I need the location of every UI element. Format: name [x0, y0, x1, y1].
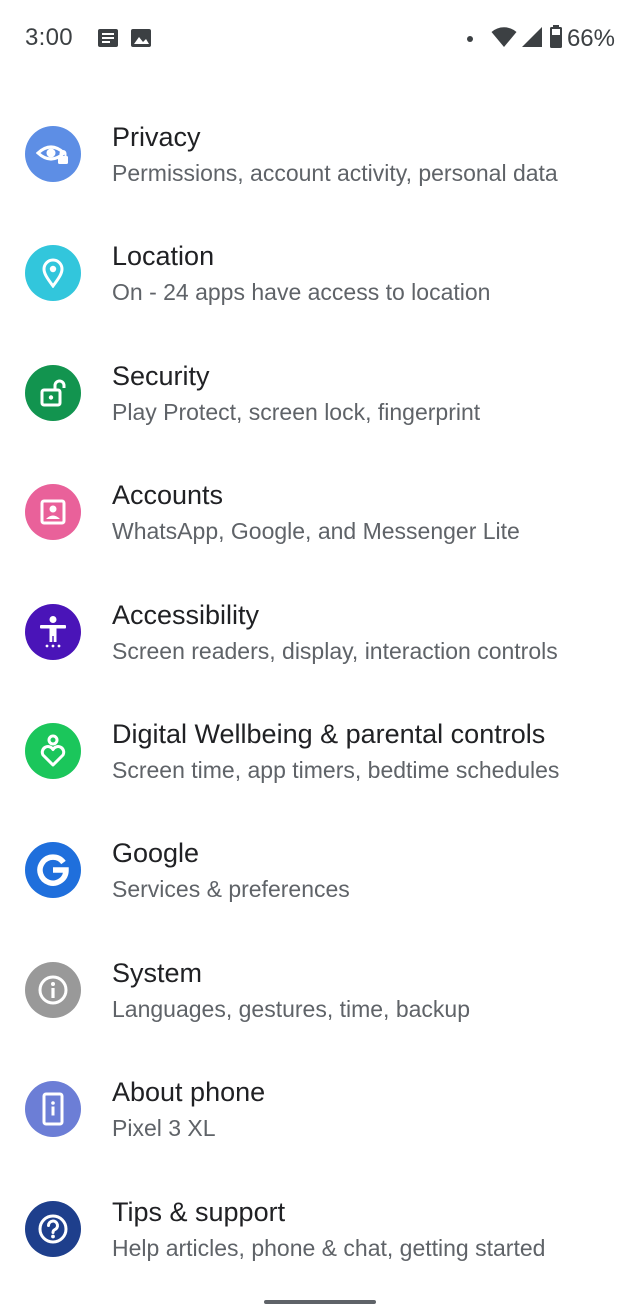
battery-percentage: 66% — [566, 25, 615, 52]
wifi-icon — [491, 26, 517, 53]
status-bar: 3:00 66% — [0, 0, 639, 78]
account-box-icon — [25, 484, 81, 541]
settings-item-subtitle: WhatsApp, Google, and Messenger Lite — [112, 518, 520, 545]
settings-item-privacy[interactable]: Privacy Permissions, account activity, p… — [0, 96, 639, 215]
settings-item-google[interactable]: Google Services & preferences — [0, 812, 639, 931]
settings-item-subtitle: Screen readers, display, interaction con… — [112, 637, 558, 664]
location-pin-icon — [25, 245, 81, 302]
settings-item-system[interactable]: System Languages, gestures, time, backup — [0, 932, 639, 1051]
status-time: 3:00 — [25, 24, 73, 51]
settings-item-location[interactable]: Location On - 24 apps have access to loc… — [0, 215, 639, 334]
image-notification-icon — [130, 27, 152, 49]
cellular-signal-icon — [521, 26, 543, 53]
settings-item-title: Security — [112, 360, 210, 391]
google-g-icon — [25, 842, 81, 899]
settings-item-subtitle: On - 24 apps have access to location — [112, 279, 491, 306]
help-question-icon — [25, 1200, 81, 1257]
settings-item-security[interactable]: Security Play Protect, screen lock, fing… — [0, 335, 639, 454]
settings-item-title: Accessibility — [112, 599, 260, 630]
settings-item-title: Tips & support — [112, 1196, 286, 1227]
message-notification-icon — [97, 27, 119, 49]
wellbeing-heart-icon — [25, 722, 81, 779]
settings-item-about-phone[interactable]: About phone Pixel 3 XL — [0, 1051, 639, 1170]
settings-item-subtitle: Pixel 3 XL — [112, 1115, 216, 1142]
info-icon — [25, 961, 81, 1018]
settings-item-subtitle: Play Protect, screen lock, fingerprint — [112, 398, 481, 425]
settings-item-title: Google — [112, 838, 200, 869]
settings-item-subtitle: Screen time, app timers, bedtime schedul… — [112, 756, 560, 783]
settings-item-title: System — [112, 957, 203, 988]
unlock-icon — [25, 364, 81, 421]
settings-item-accounts[interactable]: Accounts WhatsApp, Google, and Messenger… — [0, 454, 639, 573]
settings-item-title: Accounts — [112, 480, 224, 511]
notification-dot-icon — [466, 36, 473, 42]
settings-item-title: Digital Wellbeing & parental controls — [112, 718, 546, 749]
settings-item-subtitle: Help articles, phone & chat, getting sta… — [112, 1234, 546, 1261]
settings-list: Privacy Permissions, account activity, p… — [0, 96, 639, 1290]
settings-item-title: About phone — [112, 1077, 266, 1108]
settings-item-subtitle: Services & preferences — [112, 876, 350, 903]
phone-info-icon — [25, 1081, 81, 1138]
settings-item-tips-support[interactable]: Tips & support Help articles, phone & ch… — [0, 1171, 639, 1290]
privacy-eye-icon — [25, 126, 81, 182]
settings-item-subtitle: Permissions, account activity, personal … — [112, 160, 558, 186]
system-status-icons: 66% — [466, 24, 615, 54]
battery-icon — [549, 24, 563, 54]
settings-item-accessibility[interactable]: Accessibility Screen readers, display, i… — [0, 574, 639, 693]
accessibility-person-icon — [25, 603, 81, 660]
settings-item-digital-wellbeing[interactable]: Digital Wellbeing & parental controls Sc… — [0, 693, 639, 812]
gesture-navigation-handle[interactable] — [264, 1300, 376, 1304]
settings-item-subtitle: Languages, gestures, time, backup — [112, 995, 471, 1022]
settings-item-title: Privacy — [112, 122, 201, 152]
settings-item-title: Location — [112, 241, 215, 272]
